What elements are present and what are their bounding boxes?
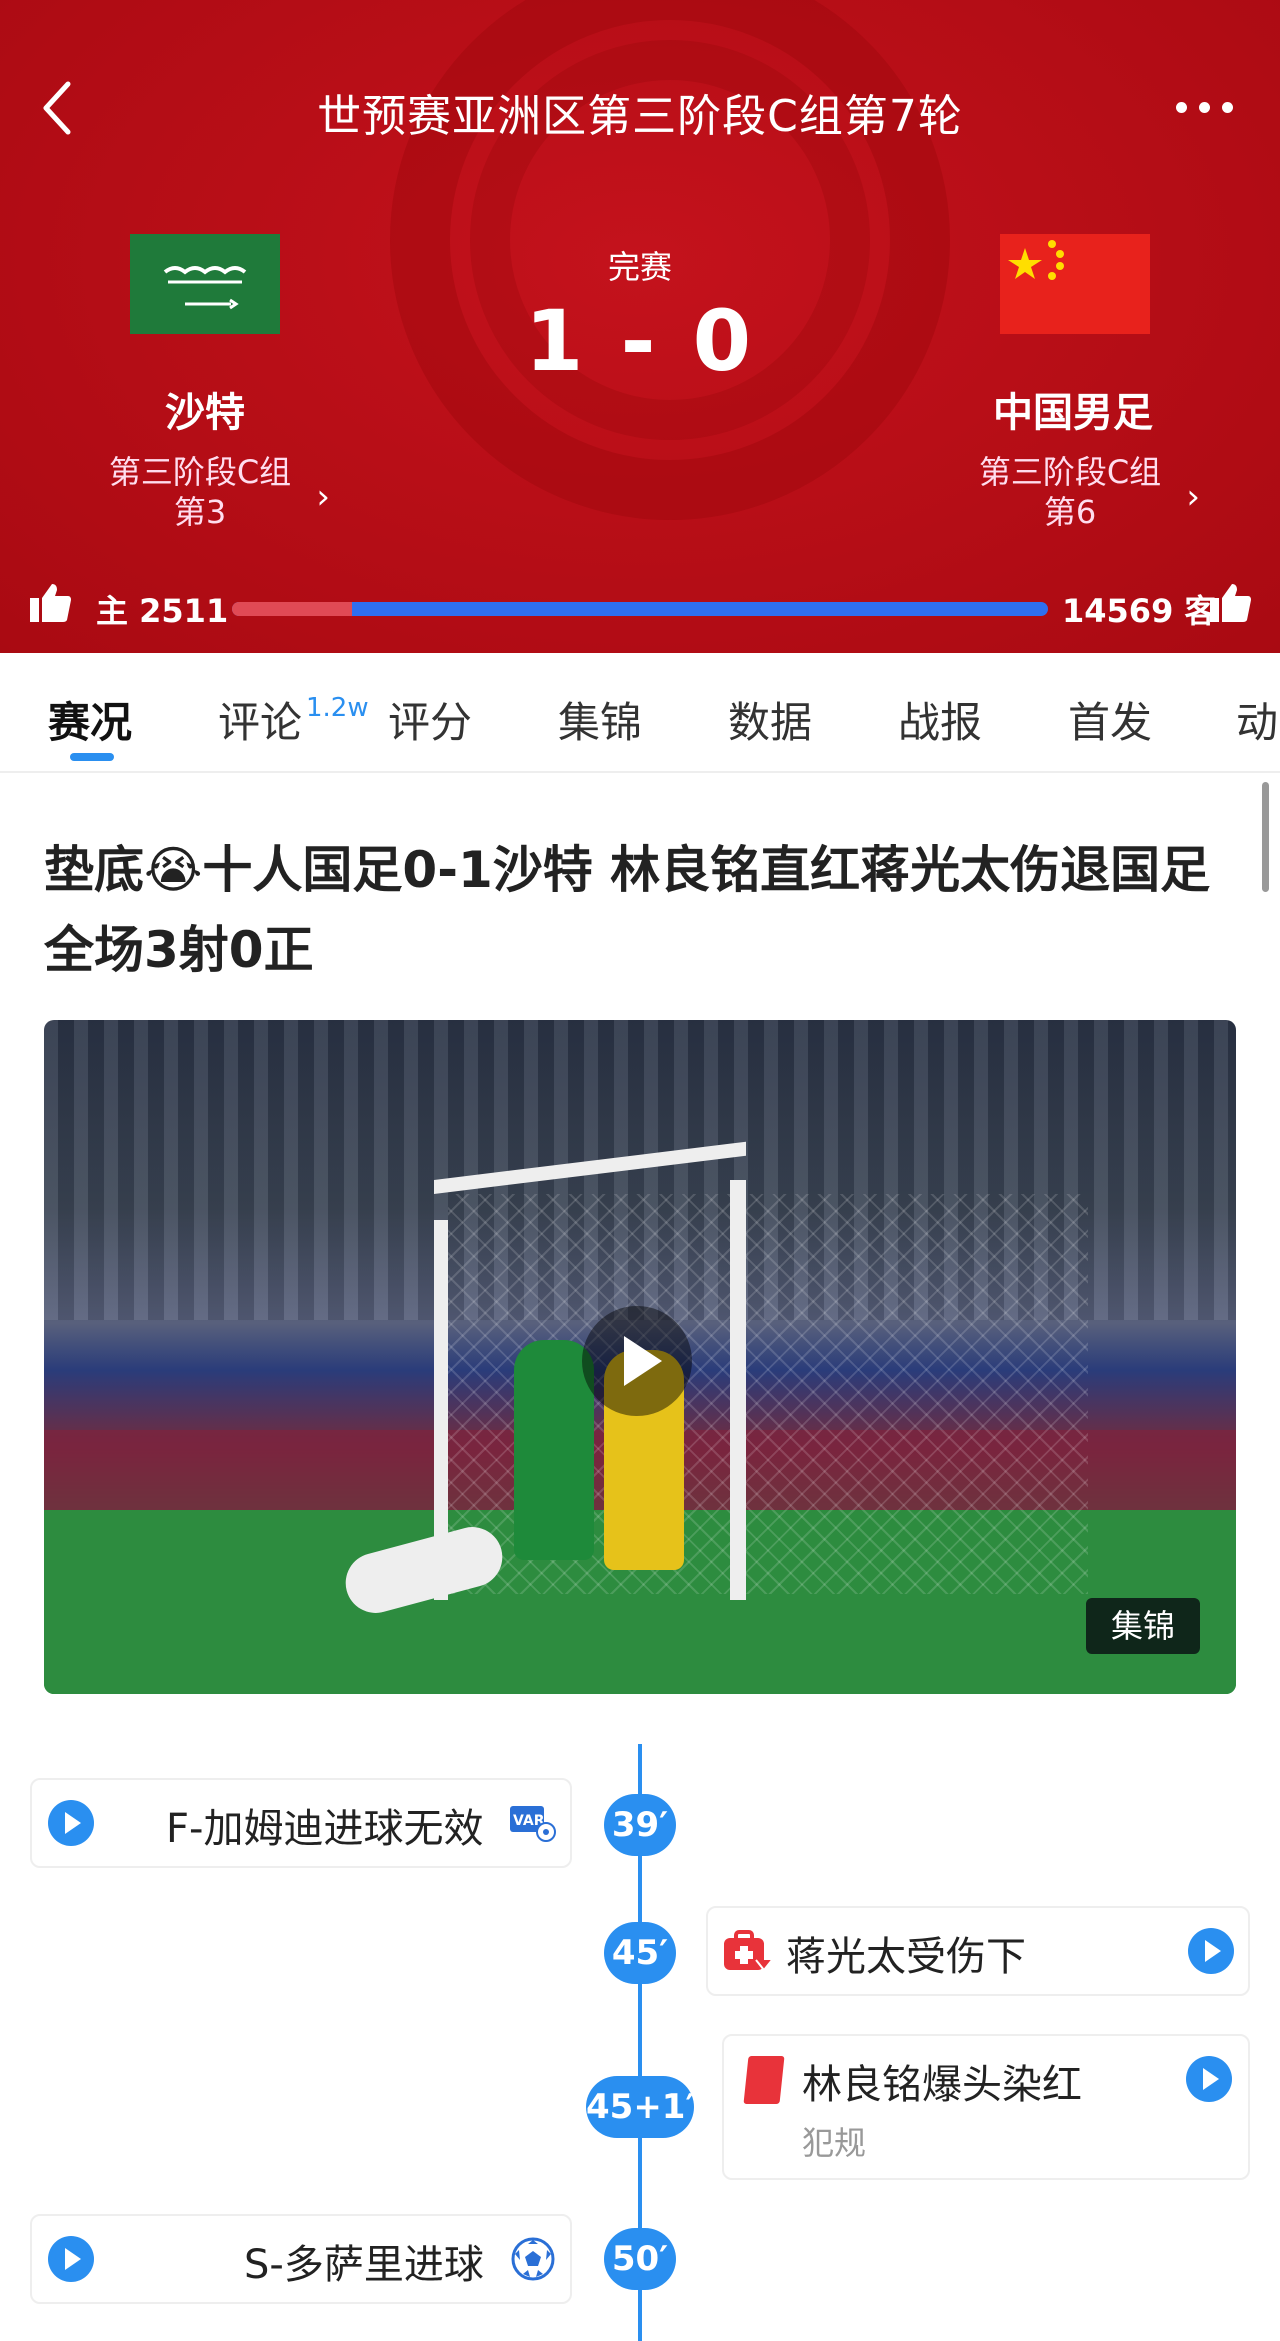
chevron-right-icon: › bbox=[316, 477, 330, 517]
timeline-event-card[interactable]: F-加姆迪进球无效 VAR bbox=[30, 1778, 572, 1868]
event-text: 蒋光太受伤下 bbox=[786, 1934, 1026, 1980]
chevron-right-icon: › bbox=[1186, 477, 1200, 517]
video-player bbox=[514, 1340, 594, 1560]
scrollbar[interactable] bbox=[1262, 782, 1269, 892]
event-text: F-加姆迪进球无效 bbox=[166, 1806, 484, 1852]
away-team-name[interactable]: 中国男足 bbox=[923, 380, 1223, 438]
thumbs-up-home-icon[interactable] bbox=[28, 580, 72, 624]
play-icon bbox=[1203, 2068, 1219, 2090]
event-play-button[interactable] bbox=[1186, 2056, 1232, 2102]
injury-icon bbox=[722, 1930, 773, 1976]
event-play-button[interactable] bbox=[48, 2236, 94, 2282]
timeline-event-card[interactable]: S-多萨里进球 bbox=[30, 2214, 572, 2304]
football-icon bbox=[510, 2236, 556, 2282]
tab-highlights[interactable]: 集锦 bbox=[558, 689, 642, 750]
china-flag-icon[interactable] bbox=[1000, 234, 1150, 334]
away-vote-count: 14569 客 bbox=[1062, 592, 1217, 630]
back-button[interactable] bbox=[38, 78, 78, 138]
tab-lineup[interactable]: 首发 bbox=[1068, 689, 1152, 750]
saudi-flag-icon[interactable] bbox=[130, 234, 280, 334]
comments-count-badge: 1.2w bbox=[306, 693, 369, 723]
home-vote-fill bbox=[232, 602, 352, 616]
event-text: 林良铭爆头染红 bbox=[802, 2062, 1082, 2108]
more-dot-icon bbox=[1176, 102, 1187, 113]
active-tab-indicator bbox=[70, 753, 114, 761]
event-text: S-多萨里进球 bbox=[244, 2242, 484, 2288]
timeline-event-card[interactable]: 林良铭爆头染红 犯规 bbox=[722, 2034, 1250, 2180]
video-goal-post bbox=[730, 1180, 746, 1600]
timeline-minute: 50′ bbox=[604, 2228, 676, 2290]
tab-stats[interactable]: 数据 bbox=[728, 689, 812, 750]
var-icon: VAR bbox=[510, 1802, 556, 1842]
play-icon bbox=[65, 2248, 81, 2270]
tab-bar: 赛况 评论 1.2w 评分 集锦 数据 战报 首发 动 bbox=[0, 653, 1280, 773]
match-status: 完赛 bbox=[607, 248, 672, 286]
video-highlight-tag: 集锦 bbox=[1086, 1598, 1200, 1654]
timeline-minute: 39′ bbox=[604, 1794, 676, 1856]
red-card-icon bbox=[743, 2056, 785, 2104]
article-headline[interactable]: 垫底😭十人国足0-1沙特 林良铭直红蒋光太伤退国足全场3射0正 bbox=[44, 830, 1234, 990]
thumbs-up-away-icon[interactable] bbox=[1208, 580, 1252, 624]
timeline-minute: 45′ bbox=[604, 1922, 676, 1984]
play-icon bbox=[624, 1336, 662, 1386]
support-vote-row: 主 2511 14569 客 bbox=[0, 580, 1280, 640]
tab-report[interactable]: 战报 bbox=[898, 689, 982, 750]
match-title: 世预赛亚洲区第三阶段C组第7轮 bbox=[317, 91, 963, 142]
tab-comments[interactable]: 评论 bbox=[218, 689, 302, 750]
more-dot-icon bbox=[1199, 102, 1210, 113]
event-subtext: 犯规 bbox=[802, 2124, 867, 2162]
play-icon bbox=[65, 1812, 81, 1834]
event-play-button[interactable] bbox=[48, 1800, 94, 1846]
home-vote-count: 主 2511 bbox=[96, 592, 229, 630]
match-header: 世预赛亚洲区第三阶段C组第7轮 沙特 中国男足 第三阶段C组 第3 › 第三阶段… bbox=[0, 0, 1280, 653]
home-rank-group: 第三阶段C组 bbox=[108, 453, 292, 491]
vote-progress-bar bbox=[232, 602, 1048, 616]
home-team-name[interactable]: 沙特 bbox=[55, 380, 355, 438]
tab-moments[interactable]: 动 bbox=[1236, 689, 1278, 750]
chevron-left-icon bbox=[43, 81, 71, 135]
more-button[interactable] bbox=[1170, 96, 1240, 120]
match-score: 1 - 0 bbox=[524, 292, 756, 390]
video-play-button[interactable] bbox=[582, 1306, 692, 1416]
away-team-rank[interactable]: 第三阶段C组 第6 › bbox=[950, 452, 1200, 532]
home-rank-position: 第3 bbox=[173, 493, 227, 531]
highlight-video[interactable] bbox=[44, 1020, 1236, 1694]
timeline-event-card[interactable]: 蒋光太受伤下 bbox=[706, 1906, 1250, 1996]
event-play-button[interactable] bbox=[1188, 1928, 1234, 1974]
tab-ratings[interactable]: 评分 bbox=[388, 689, 472, 750]
play-icon bbox=[1205, 1940, 1221, 1962]
home-team-rank[interactable]: 第三阶段C组 第3 › bbox=[80, 452, 330, 532]
away-rank-group: 第三阶段C组 bbox=[978, 453, 1162, 491]
timeline-minute: 45+1′ bbox=[586, 2076, 694, 2138]
away-rank-position: 第6 bbox=[1043, 493, 1097, 531]
tab-overview[interactable]: 赛况 bbox=[48, 689, 132, 750]
more-dot-icon bbox=[1222, 102, 1233, 113]
